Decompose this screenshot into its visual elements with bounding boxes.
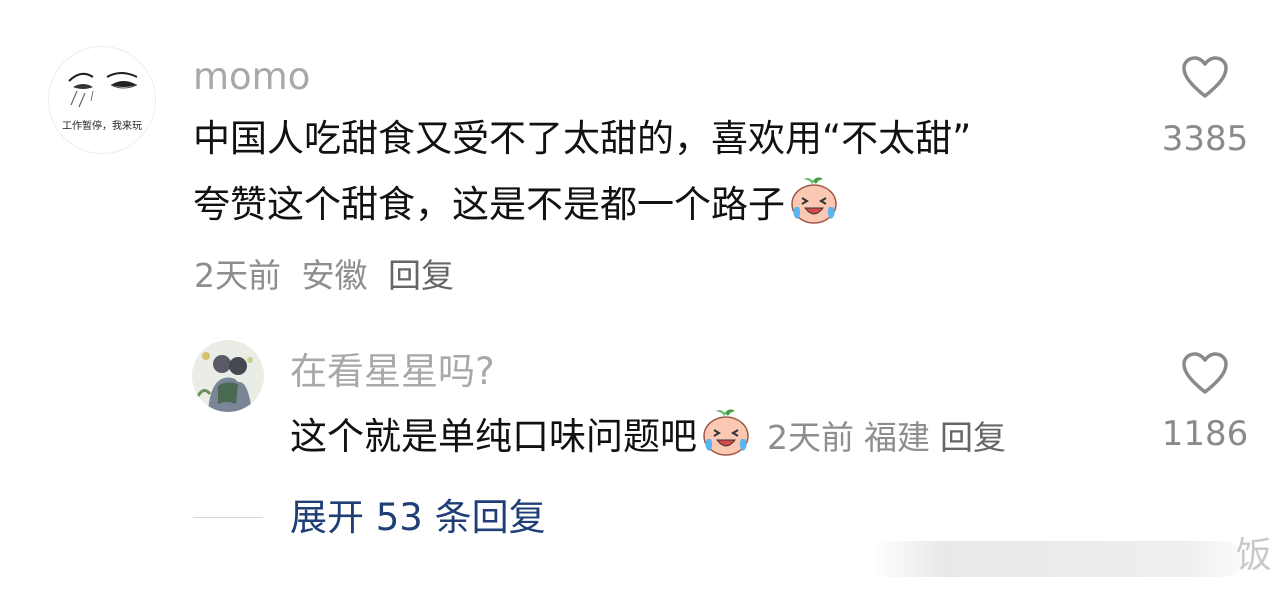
heart-outline-icon xyxy=(1182,56,1228,98)
comment-time: 2天前 xyxy=(194,256,281,295)
comment-text: 中国人吃甜食又受不了太甜的，喜欢用“不太甜” 夸赞这个甜食，这是不是都一个路子 xyxy=(193,106,1153,238)
comment-username[interactable]: momo xyxy=(193,58,310,95)
comment-meta: 2天前 安徽 回复 xyxy=(194,259,454,292)
reply-like-button[interactable] xyxy=(1180,350,1230,400)
comment-reply-button[interactable]: 回复 xyxy=(388,256,454,295)
reply-avatar[interactable] xyxy=(192,340,264,412)
reply-username[interactable]: 在看星星吗? xyxy=(290,353,495,390)
heart-outline-icon xyxy=(1182,352,1228,394)
comment-like-button[interactable] xyxy=(1180,54,1230,104)
expand-replies-button[interactable]: 展开 53 条回复 xyxy=(290,499,546,536)
reply-location: 福建 xyxy=(864,418,930,457)
avatar-sketch-face xyxy=(68,72,138,108)
crying-laughing-emoji-icon xyxy=(787,173,841,227)
comment-location: 安徽 xyxy=(301,256,368,295)
avatar-illustration xyxy=(192,340,264,412)
comment-text-line2: 夸赞这个甜食，这是不是都一个路子 xyxy=(193,172,1153,238)
comment-text-line1: 中国人吃甜食又受不了太甜的，喜欢用“不太甜” xyxy=(193,117,972,160)
reply-text: 这个就是单纯口味问题吧 xyxy=(290,415,697,458)
reply-reply-button[interactable]: 回复 xyxy=(940,418,1006,457)
avatar-caption: 工作暂停，我来玩 xyxy=(62,121,142,132)
crying-laughing-emoji-icon xyxy=(699,405,753,459)
reply-like-count: 1186 xyxy=(1161,414,1249,454)
watermark-text: 饭 xyxy=(1236,535,1273,576)
avatar[interactable]: 工作暂停，我来玩 xyxy=(48,46,156,154)
reply-time: 2天前 xyxy=(767,418,854,457)
watermark-bar xyxy=(870,541,1242,577)
comment-like-count: 3385 xyxy=(1161,119,1249,159)
reply-text-row: 这个就是单纯口味问题吧 2天前 福建 回复 xyxy=(290,404,1006,470)
expand-divider xyxy=(193,517,263,518)
